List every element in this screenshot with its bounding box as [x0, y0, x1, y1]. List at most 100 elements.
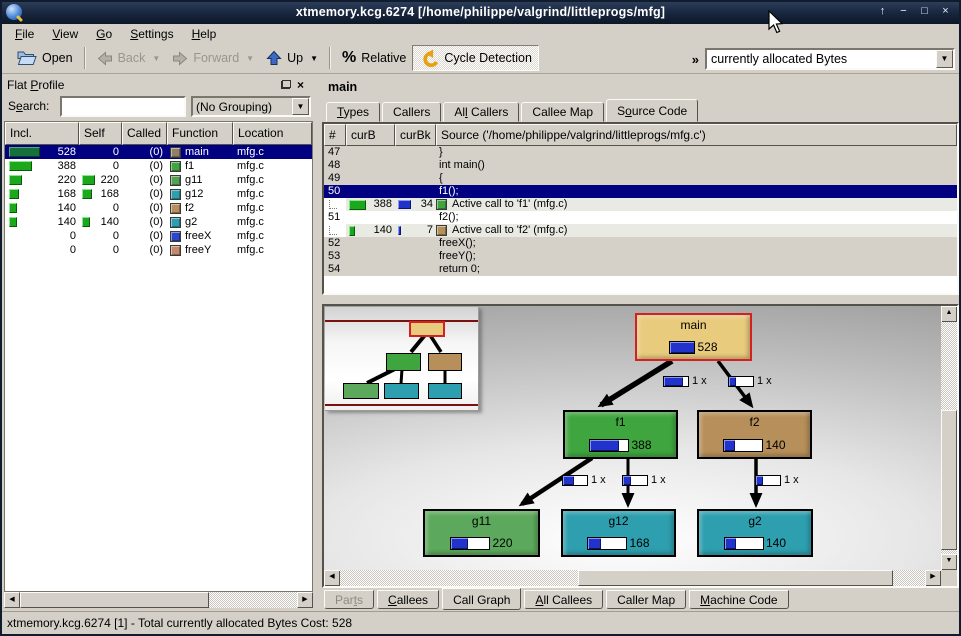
- tab-machine-code[interactable]: Machine Code: [689, 590, 788, 609]
- graph-node-f2[interactable]: f2 140: [697, 410, 812, 459]
- combo-dropdown-icon[interactable]: ▼: [936, 50, 953, 68]
- flat-profile-dock-header[interactable]: Flat Profile ×: [4, 76, 313, 93]
- scroll-down-icon[interactable]: ▼: [941, 554, 957, 570]
- column-header-curb[interactable]: curB: [346, 124, 395, 146]
- graph-node-f1[interactable]: f1 388: [563, 410, 678, 459]
- search-input[interactable]: [60, 96, 186, 117]
- function-color-swatch: [170, 203, 181, 214]
- panel-splitter[interactable]: [315, 74, 321, 606]
- tab-callee-map[interactable]: Callee Map: [521, 102, 604, 122]
- maximize-button[interactable]: □: [917, 4, 932, 19]
- menu-file[interactable]: File: [6, 25, 43, 43]
- edge-label-f1-g12[interactable]: 1 x: [622, 474, 666, 486]
- minimap-node-g2: [428, 383, 462, 399]
- source-line[interactable]: 49 {: [324, 172, 957, 185]
- column-header-line[interactable]: #: [324, 124, 346, 146]
- source-line[interactable]: 52 freeX();: [324, 237, 957, 250]
- call-graph-canvas[interactable]: main 528 f1 388 f2 140 g11 220 g12 168 g…: [324, 306, 941, 570]
- table-row[interactable]: 0 0 (0) freeY mfg.c: [5, 243, 312, 257]
- keep-above-button[interactable]: ↑: [875, 4, 890, 19]
- dock-close-icon[interactable]: ×: [297, 79, 309, 91]
- graph-hscrollbar[interactable]: ◀ ▶: [324, 570, 941, 586]
- column-header-location[interactable]: Location: [233, 122, 312, 145]
- scrollbar-thumb[interactable]: [578, 570, 893, 586]
- menu-view[interactable]: View: [43, 25, 87, 43]
- scroll-left-icon[interactable]: ◀: [324, 570, 340, 586]
- tab-callees[interactable]: Callees: [377, 590, 439, 609]
- menubar: File View Go Settings Help: [2, 24, 959, 43]
- up-dropdown-caret[interactable]: ▼: [310, 54, 318, 63]
- relative-toggle-button[interactable]: % Relative: [336, 45, 412, 71]
- menu-help[interactable]: Help: [183, 25, 226, 43]
- tab-all-callers[interactable]: All Callers: [443, 102, 519, 122]
- tab-source-code[interactable]: Source Code: [606, 99, 698, 122]
- grouping-combobox[interactable]: (No Grouping) ▼: [191, 96, 311, 117]
- source-line[interactable]: 51 f2();: [324, 211, 957, 224]
- table-row[interactable]: 140 140 (0) g2 mfg.c: [5, 215, 312, 229]
- source-line[interactable]: 48 int main(): [324, 159, 957, 172]
- graph-node-main[interactable]: main 528: [635, 313, 752, 361]
- graph-node-g11[interactable]: g11 220: [423, 509, 540, 557]
- flat-profile-hscrollbar[interactable]: ◀ ▶: [4, 592, 313, 608]
- scroll-up-icon[interactable]: ▲: [941, 306, 957, 322]
- tab-all-callees[interactable]: All Callees: [524, 590, 603, 609]
- scroll-left-icon[interactable]: ◀: [4, 592, 20, 608]
- function-view-tabbar: Types Callers All Callers Callee Map Sou…: [326, 99, 698, 122]
- edge-label-main-f2[interactable]: 1 x: [728, 375, 772, 387]
- table-row[interactable]: 388 0 (0) f1 mfg.c: [5, 159, 312, 173]
- menu-go[interactable]: Go: [87, 25, 121, 43]
- source-call-line[interactable]: 388 34 Active call to 'f1' (mfg.c): [324, 198, 957, 211]
- source-line[interactable]: 54 return 0;: [324, 263, 957, 276]
- cycle-detection-toggle-button[interactable]: Cycle Detection: [412, 45, 539, 71]
- table-row[interactable]: 220 220 (0) g11 mfg.c: [5, 173, 312, 187]
- open-button[interactable]: Open: [10, 45, 79, 71]
- column-header-incl[interactable]: Incl.: [5, 122, 79, 145]
- scrollbar-thumb[interactable]: [20, 592, 209, 608]
- source-call-line[interactable]: 140 7 Active call to 'f2' (mfg.c): [324, 224, 957, 237]
- graph-minimap[interactable]: [325, 307, 479, 411]
- toolbar-overflow-chevron[interactable]: »: [692, 52, 699, 67]
- tree-branch-icon: [329, 226, 337, 235]
- call-graph-panel: main 528 f1 388 f2 140 g11 220 g12 168 g…: [322, 304, 959, 588]
- close-button[interactable]: ×: [938, 4, 953, 19]
- edge-label-main-f1[interactable]: 1 x: [663, 375, 707, 387]
- function-color-swatch: [170, 245, 181, 256]
- column-header-called[interactable]: Called: [122, 122, 167, 145]
- table-row[interactable]: 0 0 (0) freeX mfg.c: [5, 229, 312, 243]
- table-row[interactable]: 140 0 (0) f2 mfg.c: [5, 201, 312, 215]
- source-line[interactable]: 53 freeY();: [324, 250, 957, 263]
- table-row[interactable]: 528 0 (0) main mfg.c: [5, 145, 312, 159]
- tab-types[interactable]: Types: [326, 102, 380, 122]
- mouse-cursor: [766, 10, 786, 36]
- combo-dropdown-icon[interactable]: ▼: [292, 98, 309, 115]
- search-row: Search: (No Grouping) ▼: [4, 95, 313, 119]
- up-arrow-icon: [266, 50, 282, 66]
- scrollbar-thumb[interactable]: [941, 410, 957, 550]
- tab-caller-map[interactable]: Caller Map: [606, 590, 686, 609]
- up-button[interactable]: Up ▼: [260, 45, 324, 71]
- table-row[interactable]: 168 168 (0) g12 mfg.c: [5, 187, 312, 201]
- edge-label-f2-g2[interactable]: 1 x: [755, 474, 799, 486]
- graph-vscrollbar[interactable]: ▲ ▼: [941, 306, 957, 570]
- tab-callers[interactable]: Callers: [382, 102, 441, 122]
- source-line-selected[interactable]: 50 f1();: [324, 185, 957, 198]
- minimap-node-main: [409, 321, 445, 337]
- source-line[interactable]: 47 }: [324, 146, 957, 159]
- scrollbar-corner: [941, 570, 957, 586]
- column-header-source[interactable]: Source ('/home/philippe/valgrind/littlep…: [436, 124, 957, 146]
- edge-label-f1-g11[interactable]: 1 x: [562, 474, 606, 486]
- menu-settings[interactable]: Settings: [121, 25, 182, 43]
- graph-node-g12[interactable]: g12 168: [561, 509, 676, 557]
- dock-float-icon[interactable]: [281, 80, 291, 89]
- column-header-curbk[interactable]: curBk: [395, 124, 436, 146]
- column-header-self[interactable]: Self: [79, 122, 122, 145]
- scroll-right-icon[interactable]: ▶: [297, 592, 313, 608]
- event-type-combobox[interactable]: currently allocated Bytes ▼: [705, 48, 955, 70]
- titlebar[interactable]: xtmemory.kcg.6274 [/home/philippe/valgri…: [0, 0, 961, 24]
- status-text: xtmemory.kcg.6274 [1] - Total currently …: [7, 616, 352, 630]
- minimize-button[interactable]: −: [896, 4, 911, 19]
- column-header-function[interactable]: Function: [167, 122, 233, 145]
- scroll-right-icon[interactable]: ▶: [925, 570, 941, 586]
- graph-node-g2[interactable]: g2 140: [697, 509, 813, 557]
- tab-call-graph[interactable]: Call Graph: [442, 588, 521, 610]
